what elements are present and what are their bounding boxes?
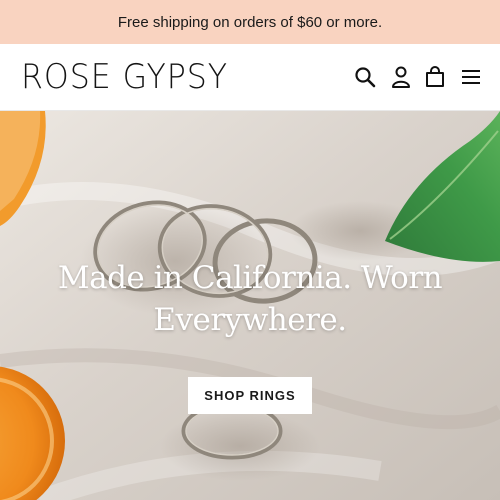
cart-icon[interactable] xyxy=(422,64,448,90)
announcement-bar: Free shipping on orders of $60 or more. xyxy=(0,0,500,44)
search-icon[interactable] xyxy=(352,64,378,90)
brand-logo[interactable]: ROSE GYPSY xyxy=(21,57,228,97)
hero-headline: Made in California. Worn Everywhere. xyxy=(57,260,443,338)
shop-rings-button[interactable]: SHOP RINGS xyxy=(188,377,312,414)
hero-banner: Made in California. Worn Everywhere. SHO… xyxy=(0,111,500,500)
announcement-text: Free shipping on orders of $60 or more. xyxy=(117,13,383,31)
account-icon[interactable] xyxy=(388,64,414,90)
site-header: ROSE GYPSY xyxy=(0,44,500,111)
menu-icon[interactable] xyxy=(458,64,484,90)
